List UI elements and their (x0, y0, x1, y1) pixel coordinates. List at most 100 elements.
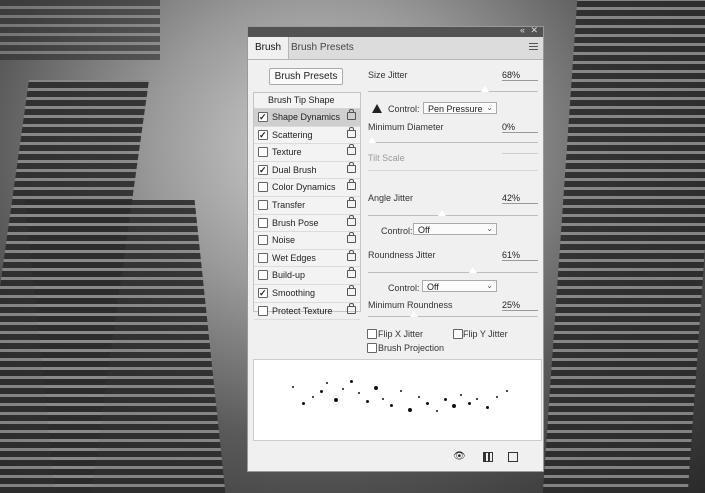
lock-icon[interactable] (347, 144, 356, 156)
brush-dab (426, 402, 429, 405)
setting-checkbox[interactable] (258, 147, 268, 158)
setting-label: Build-up (272, 270, 306, 281)
building-right (542, 0, 705, 493)
building-top-left (0, 0, 160, 60)
lock-icon[interactable] (347, 161, 356, 173)
setting-checkbox[interactable] (258, 305, 268, 316)
setting-checkbox[interactable] (258, 285, 268, 301)
close-icon[interactable]: ✕ (530, 25, 538, 36)
brush-projection-label: Brush Projection (378, 343, 445, 353)
brush-setting-item[interactable]: Smoothing (254, 284, 360, 303)
brush-setting-item[interactable]: Shape Dynamics (254, 109, 360, 127)
size-jitter-value[interactable]: 68% (502, 70, 538, 81)
brush-dab (302, 402, 305, 405)
brush-tip-shape-item[interactable]: Brush Tip Shape (254, 93, 360, 109)
lock-icon[interactable] (347, 267, 356, 279)
brush-dab (506, 390, 508, 392)
brush-dab (436, 410, 438, 412)
setting-checkbox[interactable] (258, 217, 268, 228)
brush-setting-item[interactable]: Build-up (254, 267, 360, 285)
brush-dab (468, 402, 471, 405)
building-left-2 (24, 200, 226, 493)
collapse-icon[interactable]: « (520, 25, 525, 35)
min-roundness-track (368, 316, 538, 317)
brush-setting-item[interactable]: Transfer (254, 196, 360, 215)
new-preset-icon[interactable] (508, 452, 518, 462)
brush-setting-item[interactable]: Brush Pose (254, 214, 360, 233)
setting-checkbox[interactable] (258, 162, 268, 178)
panel-titlebar[interactable]: « ✕ (248, 25, 543, 37)
brush-setting-item[interactable]: Protect Texture (254, 302, 360, 321)
min-roundness-slider[interactable] (408, 310, 419, 317)
setting-checkbox[interactable] (258, 252, 268, 263)
panel-menu-icon[interactable] (529, 42, 538, 50)
min-diameter-slider[interactable] (367, 136, 377, 143)
angle-jitter-value[interactable]: 42% (502, 193, 538, 204)
tab-bar: Brush Brush Presets (248, 37, 543, 60)
setting-checkbox[interactable] (258, 235, 268, 246)
brush-dab (496, 396, 498, 398)
tab-brush[interactable]: Brush (248, 37, 290, 59)
brush-dab (400, 390, 402, 392)
setting-label: Scattering (272, 129, 313, 140)
chevron-down-icon: ⌄ (486, 103, 493, 112)
brush-presets-button[interactable]: Brush Presets (269, 68, 343, 85)
control-label-3: Control: (388, 283, 420, 293)
roundness-jitter-slider[interactable] (468, 266, 479, 273)
setting-checkbox[interactable] (258, 270, 268, 281)
brush-dab (486, 406, 489, 409)
lock-icon[interactable] (347, 109, 356, 120)
setting-label: Wet Edges (272, 252, 316, 263)
brush-setting-item[interactable]: Color Dynamics (254, 179, 360, 197)
brush-setting-item[interactable]: Scattering (254, 126, 360, 145)
brush-dab (444, 398, 447, 401)
control-select-3-value: Off (427, 282, 439, 292)
lock-icon[interactable] (347, 179, 356, 191)
min-diameter-label: Minimum Diameter (368, 122, 444, 132)
grid-icon[interactable] (483, 452, 493, 462)
setting-label: Transfer (272, 199, 306, 210)
size-jitter-slider[interactable] (479, 85, 490, 92)
brush-setting-item[interactable]: Texture (254, 144, 360, 162)
brush-setting-item[interactable]: Wet Edges (254, 249, 360, 268)
brush-dab (408, 408, 412, 412)
setting-checkbox[interactable] (258, 109, 268, 125)
brush-dab (350, 380, 353, 383)
min-roundness-value[interactable]: 25% (502, 300, 538, 311)
control-select-2[interactable]: Off ⌄ (413, 223, 497, 235)
flip-x-checkbox[interactable] (367, 329, 377, 339)
control-select-1[interactable]: Pen Pressure ⌄ (423, 102, 497, 114)
angle-jitter-slider[interactable] (436, 209, 447, 216)
setting-checkbox[interactable] (258, 182, 268, 193)
chevron-down-icon: ⌄ (486, 281, 493, 290)
lock-icon[interactable] (347, 214, 356, 226)
lock-icon[interactable] (347, 249, 356, 261)
brush-panel: « ✕ Brush Brush Presets Brush Presets Br… (247, 25, 544, 472)
lock-icon[interactable] (347, 284, 356, 296)
min-roundness-label: Minimum Roundness (368, 300, 453, 310)
brush-setting-item[interactable]: Noise (254, 232, 360, 250)
brush-settings-list: Brush Tip Shape Shape Dynamics Scattering… (253, 92, 361, 321)
lock-icon[interactable] (347, 232, 356, 244)
control-select-3[interactable]: Off ⌄ (422, 280, 497, 292)
angle-jitter-track (368, 215, 538, 216)
brush-setting-item[interactable]: Dual Brush (254, 161, 360, 180)
lock-icon[interactable] (347, 126, 356, 138)
lock-icon[interactable] (347, 302, 356, 314)
eye-brush-icon[interactable]: 👁 (453, 452, 466, 462)
control-select-1-value: Pen Pressure (428, 104, 483, 114)
brush-projection-checkbox[interactable] (367, 343, 377, 353)
flip-y-checkbox[interactable] (453, 329, 463, 339)
setting-checkbox[interactable] (258, 127, 268, 143)
brush-dab (382, 398, 384, 400)
brush-dab (460, 394, 462, 396)
roundness-jitter-value[interactable]: 61% (502, 250, 538, 261)
setting-checkbox[interactable] (258, 199, 268, 210)
lock-icon[interactable] (347, 196, 356, 208)
brush-dab (418, 396, 420, 398)
brush-dab (312, 396, 314, 398)
tab-brush-presets[interactable]: Brush Presets (284, 37, 361, 59)
brush-dab (374, 386, 378, 390)
setting-label: Noise (272, 235, 296, 246)
min-diameter-value[interactable]: 0% (502, 122, 538, 133)
